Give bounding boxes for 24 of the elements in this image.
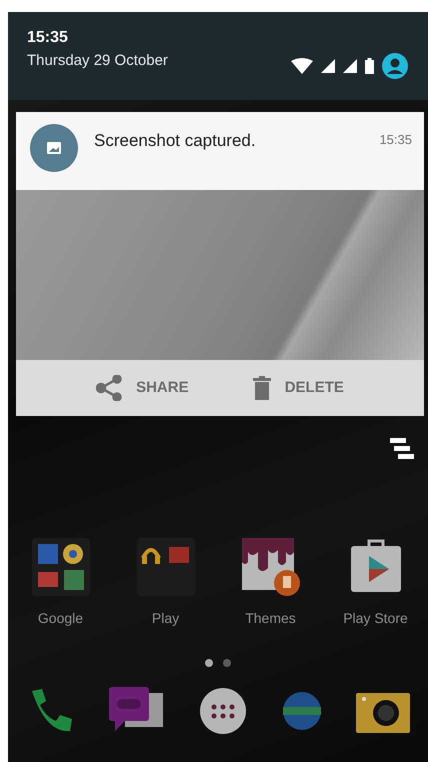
wifi-icon [291, 58, 313, 74]
app-drawer-icon[interactable] [199, 687, 247, 735]
trash-icon [252, 376, 271, 400]
user-avatar-icon[interactable] [382, 53, 408, 79]
app-label[interactable]: Themes [245, 608, 296, 629]
notification-title: Screenshot captured. [94, 130, 256, 152]
share-icon [96, 375, 122, 401]
date-text: Thursday 29 October [27, 51, 168, 71]
app-folder-icon[interactable] [136, 538, 194, 596]
app-label[interactable]: Play Store [343, 608, 408, 629]
notification-time: 15:35 [379, 131, 412, 149]
app-label[interactable]: Google [38, 608, 84, 629]
clock-time: 15:35 [27, 28, 69, 48]
signal-icon [321, 59, 335, 73]
share-button[interactable]: SHARE [86, 369, 199, 407]
signal-icon [343, 59, 357, 73]
battery-icon [365, 58, 374, 74]
image-icon [47, 142, 61, 154]
notification-stack-icon[interactable] [388, 438, 416, 460]
app-label[interactable]: Play [152, 608, 180, 629]
globe-icon[interactable] [282, 691, 322, 731]
paint-drip-icon[interactable] [242, 538, 300, 596]
delete-button[interactable]: DELETE [242, 370, 354, 406]
app-folder-icon[interactable] [32, 538, 90, 596]
